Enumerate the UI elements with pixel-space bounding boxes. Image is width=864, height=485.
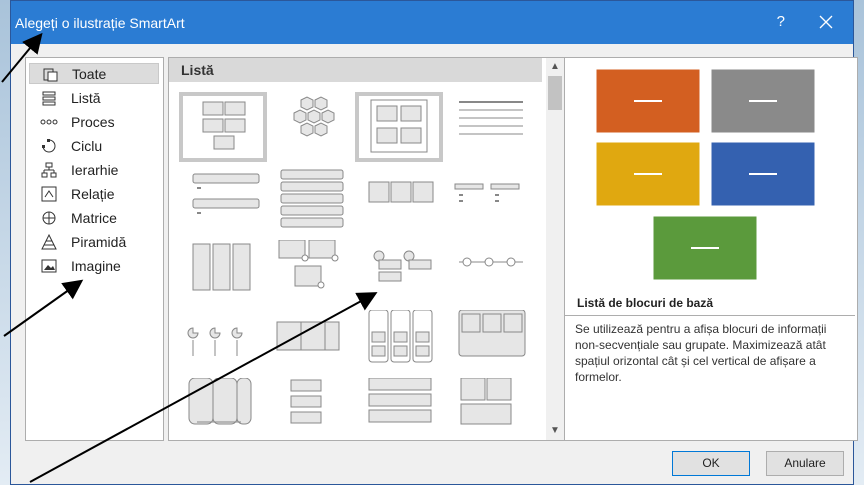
layout-vertical-bullet-list[interactable] [183, 166, 271, 236]
category-matrice[interactable]: Matrice [29, 207, 159, 228]
layout-grouped-list[interactable] [355, 92, 443, 162]
gallery-header-label: Listă [181, 62, 214, 78]
hierarchy-icon [39, 162, 59, 178]
layout-vertical-arrow-list[interactable] [179, 378, 267, 440]
category-piramida[interactable]: Piramidă [29, 231, 159, 252]
category-ciclu[interactable]: Ciclu [29, 135, 159, 156]
preview-pane: Listă de blocuri de bază Se utilizează p… [564, 57, 858, 441]
category-toate[interactable]: Toate [29, 63, 159, 84]
gallery-header: Listă [169, 58, 542, 82]
scroll-down-icon[interactable]: ▼ [546, 422, 564, 440]
category-label: Ierarhie [71, 161, 119, 178]
title-bar: Alegeți o ilustrație SmartArt ? [11, 1, 853, 44]
layout-pie-markers[interactable] [179, 310, 267, 380]
preview-graphic [595, 68, 816, 281]
preview-title: Listă de blocuri de bază [577, 296, 714, 310]
category-label: Relație [71, 185, 115, 202]
scroll-up-icon[interactable]: ▲ [546, 58, 564, 76]
category-ierarhie[interactable]: Ierarhie [29, 159, 159, 180]
process-icon [39, 114, 59, 130]
layout-picture-caption-list[interactable] [265, 240, 353, 310]
category-label: Piramidă [71, 233, 127, 250]
category-proces[interactable]: Proces [29, 111, 159, 132]
list-icon [39, 90, 59, 106]
category-lista[interactable]: Listă [29, 87, 159, 108]
layout-basic-block-list[interactable] [179, 92, 267, 162]
layout-stacked-list[interactable] [269, 166, 357, 236]
category-imagine[interactable]: Imagine [29, 255, 159, 276]
scroll-thumb[interactable] [548, 76, 562, 110]
all-icon [40, 66, 60, 82]
layout-trapezoid-list[interactable] [445, 166, 533, 236]
close-button[interactable] [809, 6, 843, 38]
layout-picture-list[interactable] [359, 378, 447, 440]
category-label: Ciclu [71, 137, 103, 154]
layout-hexagon-cluster[interactable] [267, 92, 355, 162]
relationship-icon [39, 186, 59, 202]
category-label: Matrice [71, 209, 117, 226]
category-relatie[interactable]: Relație [29, 183, 159, 204]
layout-segmented-blocks[interactable] [451, 378, 539, 440]
layout-arrow-panels[interactable] [267, 310, 355, 380]
layout-circle-caption-list[interactable] [355, 240, 443, 310]
layout-box-columns[interactable] [355, 310, 443, 380]
matrix-icon [39, 210, 59, 226]
smartart-dialog: Alegeți o ilustrație SmartArt ? Toate Li… [10, 0, 858, 485]
ok-button[interactable]: OK [672, 451, 750, 476]
cancel-button[interactable]: Anulare [766, 451, 844, 476]
layout-horizontal-bullet-list[interactable] [357, 166, 445, 236]
layout-gallery: Listă ▲ ▼ [168, 57, 565, 441]
picture-icon [39, 258, 59, 274]
layout-target-list[interactable] [277, 378, 365, 440]
preview-description: Se utilizează pentru a afișa blocuri de … [565, 315, 855, 439]
category-label: Listă [71, 89, 101, 106]
layout-lined-list[interactable] [447, 92, 535, 162]
category-list: Toate Listă Proces Ciclu Ierarhie Relați… [25, 57, 164, 441]
cycle-icon [39, 138, 59, 154]
layout-tabbed-blocks[interactable] [449, 310, 537, 380]
category-label: Imagine [71, 257, 121, 274]
dialog-title: Alegeți o ilustrație SmartArt [15, 15, 185, 31]
help-button[interactable]: ? [777, 13, 785, 30]
category-label: Proces [71, 113, 115, 130]
layout-process-dots[interactable] [449, 240, 537, 310]
category-label: Toate [72, 65, 107, 82]
gallery-scrollbar[interactable]: ▲ ▼ [546, 58, 564, 440]
layout-table-list[interactable] [179, 240, 267, 310]
pyramid-icon [39, 233, 59, 250]
close-icon [819, 15, 833, 29]
